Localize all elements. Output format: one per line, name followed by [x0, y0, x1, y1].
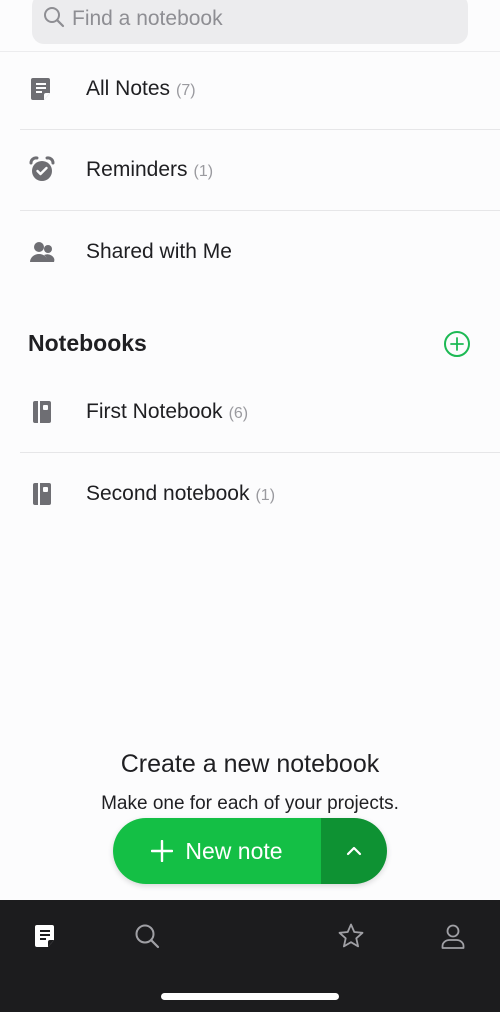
new-note-options-button[interactable] [321, 818, 387, 884]
star-icon [338, 923, 364, 948]
notebook-label-second: Second notebook (1) [86, 481, 276, 505]
shared-with-me-label: Shared with Me [86, 239, 232, 263]
all-notes-label: All Notes (7) [86, 77, 196, 100]
search-bar[interactable] [32, 0, 468, 44]
notebooks-screen: All Notes(7) Reminders(1) Shared with Me… [0, 0, 500, 1012]
all-notes-row[interactable]: All Notes (7) [20, 49, 500, 130]
notebook-icon [28, 480, 56, 508]
search-tab[interactable] [131, 920, 163, 952]
note-icon [28, 75, 56, 103]
new-note-button[interactable]: New note [113, 818, 321, 884]
notebook-row-first[interactable]: First Notebook (6) [20, 372, 500, 453]
notebook-icon [28, 398, 56, 426]
people-icon [28, 238, 56, 266]
shortcuts-tab[interactable] [335, 920, 367, 952]
reminders-label: Reminders (1) [86, 158, 214, 181]
alarm-clock-icon [28, 156, 56, 184]
reminders-count: (1) [193, 163, 214, 180]
home-indicator [161, 993, 339, 1000]
plus-icon [151, 840, 174, 862]
notebooks-section-title: Notebooks [28, 330, 147, 356]
reminders-row[interactable]: Reminders (1) [20, 130, 500, 211]
new-note-label: New note [185, 837, 283, 864]
search-container [0, 0, 500, 52]
empty-state-title: Create a new notebook [120, 750, 380, 778]
new-note-split-button: New note [113, 818, 387, 884]
notebook-count-first: (6) [228, 405, 249, 422]
search-icon [42, 5, 72, 34]
person-icon [441, 924, 465, 949]
notebook-count-second: (1) [255, 486, 276, 504]
account-tab[interactable] [437, 920, 469, 952]
plus-circle-icon [450, 337, 464, 351]
notebook-label-first: First Notebook (6) [86, 400, 249, 423]
all-notes-count: (7) [176, 82, 196, 99]
notebook-row-second[interactable]: Second notebook (1) [20, 453, 500, 534]
notes-tab[interactable] [30, 920, 62, 952]
note-icon [35, 925, 54, 947]
shared-with-me-row[interactable]: Shared with Me [20, 211, 500, 292]
search-icon [135, 924, 160, 949]
chevron-up-icon [346, 846, 362, 856]
empty-state-subtitle: Make one for each of your projects. [101, 793, 399, 814]
search-input[interactable] [72, 7, 452, 31]
add-notebook-button[interactable] [444, 331, 470, 357]
